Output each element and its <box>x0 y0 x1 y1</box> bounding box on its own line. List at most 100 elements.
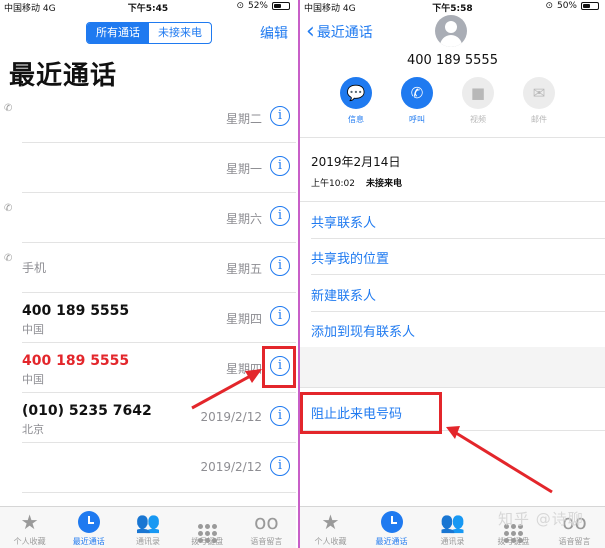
lock-rotation-icon: ⊙ <box>545 1 553 11</box>
action-label: 信息 <box>348 115 364 124</box>
info-icon[interactable]: i <box>270 456 290 476</box>
divider <box>311 274 605 275</box>
call-row[interactable]: ✆ 星期二 i <box>4 93 296 143</box>
caller-name: (010) 5235 7642 <box>22 403 152 419</box>
message-icon: 💬 <box>340 77 372 109</box>
call-row[interactable]: 400 189 5555 中国 星期四 i <box>22 293 296 343</box>
caller-location: 手机 <box>22 261 47 275</box>
call-date: 星期六 <box>225 212 262 226</box>
divider <box>311 311 605 312</box>
section-gap <box>300 347 605 387</box>
star-icon: ★ <box>20 510 39 534</box>
battery-percent: 52% <box>247 1 268 11</box>
action-mail-button: ✉ 邮件 <box>523 77 555 125</box>
outgoing-call-icon: ✆ <box>4 103 13 114</box>
page-title: 最近通话 <box>9 61 118 91</box>
status-bar: 中国移动 4G 下午5:45 ⊙ 52% <box>0 0 296 14</box>
star-icon: ★ <box>321 510 340 534</box>
battery-icon <box>581 2 599 10</box>
battery-icon <box>272 2 290 10</box>
share-location-option[interactable]: 共享我的位置 <box>311 248 389 267</box>
tab-clock[interactable]: 最近通话 <box>361 507 422 548</box>
call-row[interactable]: 400 189 5555 中国 星期四 i <box>22 343 296 393</box>
chevron-left-icon: ‹ <box>306 19 315 44</box>
tab-contacts[interactable]: 👥 通讯录 <box>118 507 177 548</box>
contacts-icon: 👥 <box>135 510 161 534</box>
caller-location: 北京 <box>22 423 44 436</box>
outgoing-call-icon: ✆ <box>4 203 13 214</box>
call-row[interactable]: (010) 5235 7642 北京 2019/2/12 i <box>22 393 296 443</box>
action-message-button[interactable]: 💬 信息 <box>340 77 372 125</box>
call-filter-segmented-control: 所有通话 未接来电 <box>86 22 212 44</box>
highlight-box-info-button <box>262 346 296 388</box>
segment-all-calls[interactable]: 所有通话 <box>87 23 149 43</box>
divider <box>311 238 605 239</box>
battery-percent: 50% <box>556 1 577 11</box>
add-to-existing-contact-option[interactable]: 添加到现有联系人 <box>311 321 415 340</box>
status-bar: 中国移动 4G 下午5:58 ⊙ 50% <box>300 0 605 14</box>
action-label: 邮件 <box>531 115 547 124</box>
tab-label: 语音留言 <box>558 537 591 546</box>
phone-icon: ✆ <box>401 77 433 109</box>
call-date: 星期二 <box>225 112 262 126</box>
call-row[interactable]: ✆ 手机 星期五 i <box>4 243 296 293</box>
call-detail-screen: 中国移动 4G 下午5:58 ⊙ 50% ‹ 最近通话 400 189 5555… <box>298 0 605 548</box>
tab-label: 最近通话 <box>375 537 408 546</box>
info-icon[interactable]: i <box>270 306 290 326</box>
info-icon[interactable]: i <box>270 106 290 126</box>
info-icon[interactable]: i <box>270 256 290 276</box>
clock-icon <box>59 511 118 533</box>
tab-clock[interactable]: 最近通话 <box>59 507 118 548</box>
back-button[interactable]: ‹ 最近通话 <box>306 19 373 44</box>
contact-number: 400 189 5555 <box>407 53 498 68</box>
info-icon[interactable]: i <box>270 156 290 176</box>
info-icon[interactable]: i <box>270 406 290 426</box>
action-video-button: ■ 视频 <box>462 77 494 125</box>
caller-name: 400 189 5555 <box>22 303 130 319</box>
segment-missed-calls[interactable]: 未接来电 <box>149 23 211 43</box>
share-contact-option[interactable]: 共享联系人 <box>311 212 376 231</box>
caller-location: 中国 <box>22 323 44 336</box>
tab-label: 最近通话 <box>72 537 105 546</box>
call-date: 星期四 <box>225 362 262 376</box>
clock-icon <box>361 511 422 533</box>
tab-label: 通讯录 <box>136 537 160 546</box>
tab-star[interactable]: ★ 个人收藏 <box>0 507 59 548</box>
edit-button[interactable]: 编辑 <box>260 23 288 43</box>
call-time: 上午10:02 <box>311 179 355 189</box>
call-date: 2019年2月14日 <box>311 155 401 169</box>
tab-label: 个人收藏 <box>13 537 46 546</box>
watermark: 知乎 @诗聊 <box>498 510 584 528</box>
lock-rotation-icon: ⊙ <box>236 1 244 11</box>
tab-label: 语音留言 <box>250 537 283 546</box>
caller-name: 400 189 5555 <box>22 353 130 369</box>
tab-star[interactable]: ★ 个人收藏 <box>300 507 361 548</box>
call-date: 星期四 <box>225 312 262 326</box>
info-icon[interactable]: i <box>270 206 290 226</box>
back-label: 最近通话 <box>316 25 373 41</box>
call-row[interactable]: 2019/2/12 i <box>22 443 296 493</box>
call-row[interactable]: ✆ 星期六 i <box>4 193 296 243</box>
action-label: 呼叫 <box>409 115 425 124</box>
tab-keypad[interactable]: 拨号键盘 <box>178 507 237 548</box>
call-date: 2019/2/12 <box>200 410 262 424</box>
outgoing-call-icon: ✆ <box>4 253 13 264</box>
tab-label: 个人收藏 <box>314 537 347 546</box>
new-contact-option[interactable]: 新建联系人 <box>311 285 376 304</box>
call-date: 星期一 <box>225 162 262 176</box>
tab-voicemail[interactable]: oo 语音留言 <box>237 507 296 548</box>
voicemail-icon: oo <box>254 510 279 534</box>
call-row[interactable]: 星期一 i <box>22 143 296 193</box>
keypad-icon <box>178 511 237 543</box>
video-icon: ■ <box>462 77 494 109</box>
tab-label: 拨号键盘 <box>191 537 224 546</box>
tab-contacts[interactable]: 👥 通讯录 <box>422 507 483 548</box>
divider <box>300 201 605 202</box>
action-label: 视频 <box>470 115 486 124</box>
action-phone-button[interactable]: ✆ 呼叫 <box>401 77 433 125</box>
divider <box>300 137 605 138</box>
call-date: 2019/2/12 <box>200 460 262 474</box>
contact-avatar <box>435 15 467 47</box>
caller-location: 中国 <box>22 373 44 386</box>
tab-label: 通讯录 <box>440 537 465 546</box>
